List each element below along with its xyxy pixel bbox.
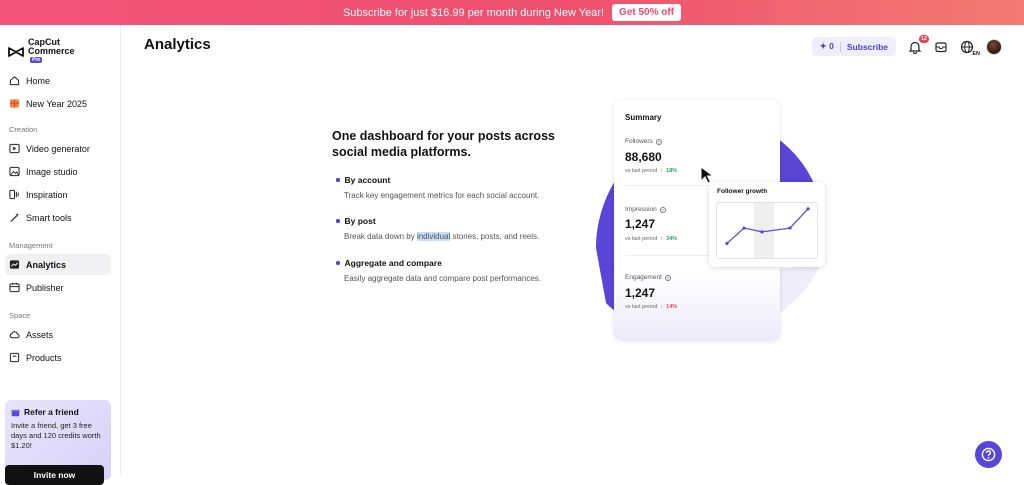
sidebar-item-label: New Year 2025: [26, 98, 88, 109]
page-title: Analytics: [144, 36, 211, 53]
sidebar-item-label: Video generator: [26, 143, 90, 154]
promo-banner: Subscribe for just $16.99 per month duri…: [0, 0, 1024, 25]
feature-description: Easily aggregate data and compare post p…: [344, 274, 542, 283]
follower-growth-card: Follower growth: [709, 182, 825, 267]
pro-badge: Pro: [30, 57, 43, 64]
section-creation: Creation: [9, 125, 38, 134]
growth-point: [742, 226, 746, 230]
up-arrow-icon: ↑: [660, 168, 664, 174]
top-toolbar: ✦ 0 Subscribe 12 EN: [811, 34, 1002, 57]
notification-count-badge: 12: [918, 34, 929, 43]
metric-change: vs last period ↓ 14%: [625, 304, 678, 310]
feature-aggregate: Aggregate and compare Easily aggregate d…: [336, 258, 544, 285]
promo-text: Subscribe for just $16.99 per month duri…: [342, 6, 605, 19]
feature-description: Track key engagement metrics for each so…: [344, 191, 540, 200]
growth-point: [788, 226, 792, 230]
info-icon: ?: [664, 274, 671, 281]
video-plus-icon: [9, 143, 20, 154]
metric-change: vs last period ↑ 34%: [625, 236, 678, 242]
refer-title: Refer a friend: [24, 407, 79, 417]
subscribe-label: Subscribe: [846, 41, 888, 52]
growth-title: Follower growth: [717, 188, 768, 195]
credits-display: ✦ 0: [819, 41, 834, 51]
subscribe-button[interactable]: ✦ 0 Subscribe: [811, 37, 896, 56]
refer-text: Invite a friend, get 3 free days and 120…: [11, 421, 101, 450]
metric-label: Impression?: [625, 206, 666, 213]
sidebar-item-label: Inspiration: [26, 189, 68, 200]
info-icon: ?: [655, 138, 662, 145]
magic-wand-icon: [10, 212, 20, 223]
section-management: Management: [9, 241, 53, 250]
feature-by-post: By post Break data down by individual st…: [336, 216, 544, 243]
language-code: EN: [972, 50, 980, 57]
selected-text: individual: [416, 232, 451, 241]
growth-point: [806, 207, 810, 211]
help-button[interactable]: [975, 441, 1002, 468]
sidebar-item-analytics[interactable]: Analytics: [5, 254, 111, 275]
get-discount-button[interactable]: Get 50% off: [612, 4, 682, 21]
metric-value: 88,680: [625, 150, 662, 164]
sidebar-item-image-studio[interactable]: Image studio: [5, 161, 111, 182]
home-icon: [9, 76, 20, 86]
section-space: Space: [9, 311, 31, 320]
sidebar-item-label: Publisher: [26, 282, 64, 293]
sidebar-item-new-year[interactable]: New Year 2025: [5, 93, 111, 114]
sidebar-item-products[interactable]: Products: [5, 347, 111, 368]
up-arrow-icon: ↑: [660, 236, 664, 242]
capcut-commerce-logo[interactable]: CapCut Commerce Pro: [8, 38, 75, 65]
bullet-dot: [336, 178, 340, 182]
calendar-icon: [9, 282, 20, 293]
metric-label: Followers?: [625, 138, 662, 145]
growth-point: [725, 241, 729, 245]
sidebar-item-label: Smart tools: [26, 212, 72, 223]
sidebar-item-label: Assets: [26, 329, 54, 340]
metric-label: Engagement?: [625, 274, 671, 281]
feature-title: By post: [344, 216, 376, 226]
capcut-logo-icon: [8, 46, 24, 57]
refer-friend-card: Refer a friend Invite a friend, get 3 fr…: [5, 400, 111, 485]
sidebar-item-home[interactable]: Home: [5, 70, 111, 91]
sidebar-item-label: Analytics: [26, 259, 67, 270]
sidebar-item-label: Image studio: [26, 166, 78, 177]
box-icon: [9, 352, 20, 363]
summary-title: Summary: [625, 113, 662, 122]
info-icon: ?: [659, 206, 666, 213]
feature-description: Break data down by individual stories, p…: [344, 232, 540, 241]
feature-title: Aggregate and compare: [344, 258, 442, 268]
gift-icon: [9, 99, 20, 108]
sidebar-item-publisher[interactable]: Publisher: [5, 277, 111, 298]
headline: One dashboard for your posts across soci…: [332, 129, 555, 159]
sidebar-item-video-generator[interactable]: Video generator: [5, 138, 111, 159]
sidebar-item-inspiration[interactable]: Inspiration: [5, 184, 111, 205]
notification-bell-icon[interactable]: 12: [908, 34, 929, 54]
inspiration-icon: [9, 189, 19, 200]
growth-chart: [716, 202, 818, 259]
invite-now-button[interactable]: Invite now: [5, 465, 104, 485]
feature-by-account: By account Track key engagement metrics …: [336, 175, 544, 202]
metric-value: 1,247: [625, 217, 656, 231]
help-icon: [981, 447, 996, 462]
bullet-dot: [336, 261, 340, 265]
sidebar-item-label: Home: [26, 75, 51, 86]
bullet-dot: [336, 219, 340, 223]
metric-change: vs last period ↑ 18%: [625, 168, 678, 174]
divider: [839, 41, 841, 52]
growth-line-chart: [725, 203, 810, 258]
analytics-icon: [9, 260, 20, 269]
language-globe-icon[interactable]: EN: [960, 40, 980, 57]
sidebar-item-label: Products: [26, 352, 62, 363]
image-icon: [9, 166, 20, 177]
metric-value: 1,247: [625, 286, 656, 300]
inbox-icon[interactable]: [934, 40, 948, 54]
sidebar-item-assets[interactable]: Assets: [5, 324, 111, 345]
logo-text: CapCut Commerce Pro: [28, 37, 75, 64]
feature-title: By account: [344, 175, 391, 185]
cloud-icon: [9, 331, 20, 339]
sidebar-item-smart-tools[interactable]: Smart tools: [5, 207, 111, 228]
gift-icon: [11, 409, 20, 416]
growth-point: [760, 230, 764, 234]
sidebar: CapCut Commerce Pro Home New Year 2025 Cr…: [0, 25, 121, 485]
avatar[interactable]: [986, 38, 1002, 55]
down-arrow-icon: ↓: [660, 304, 664, 310]
